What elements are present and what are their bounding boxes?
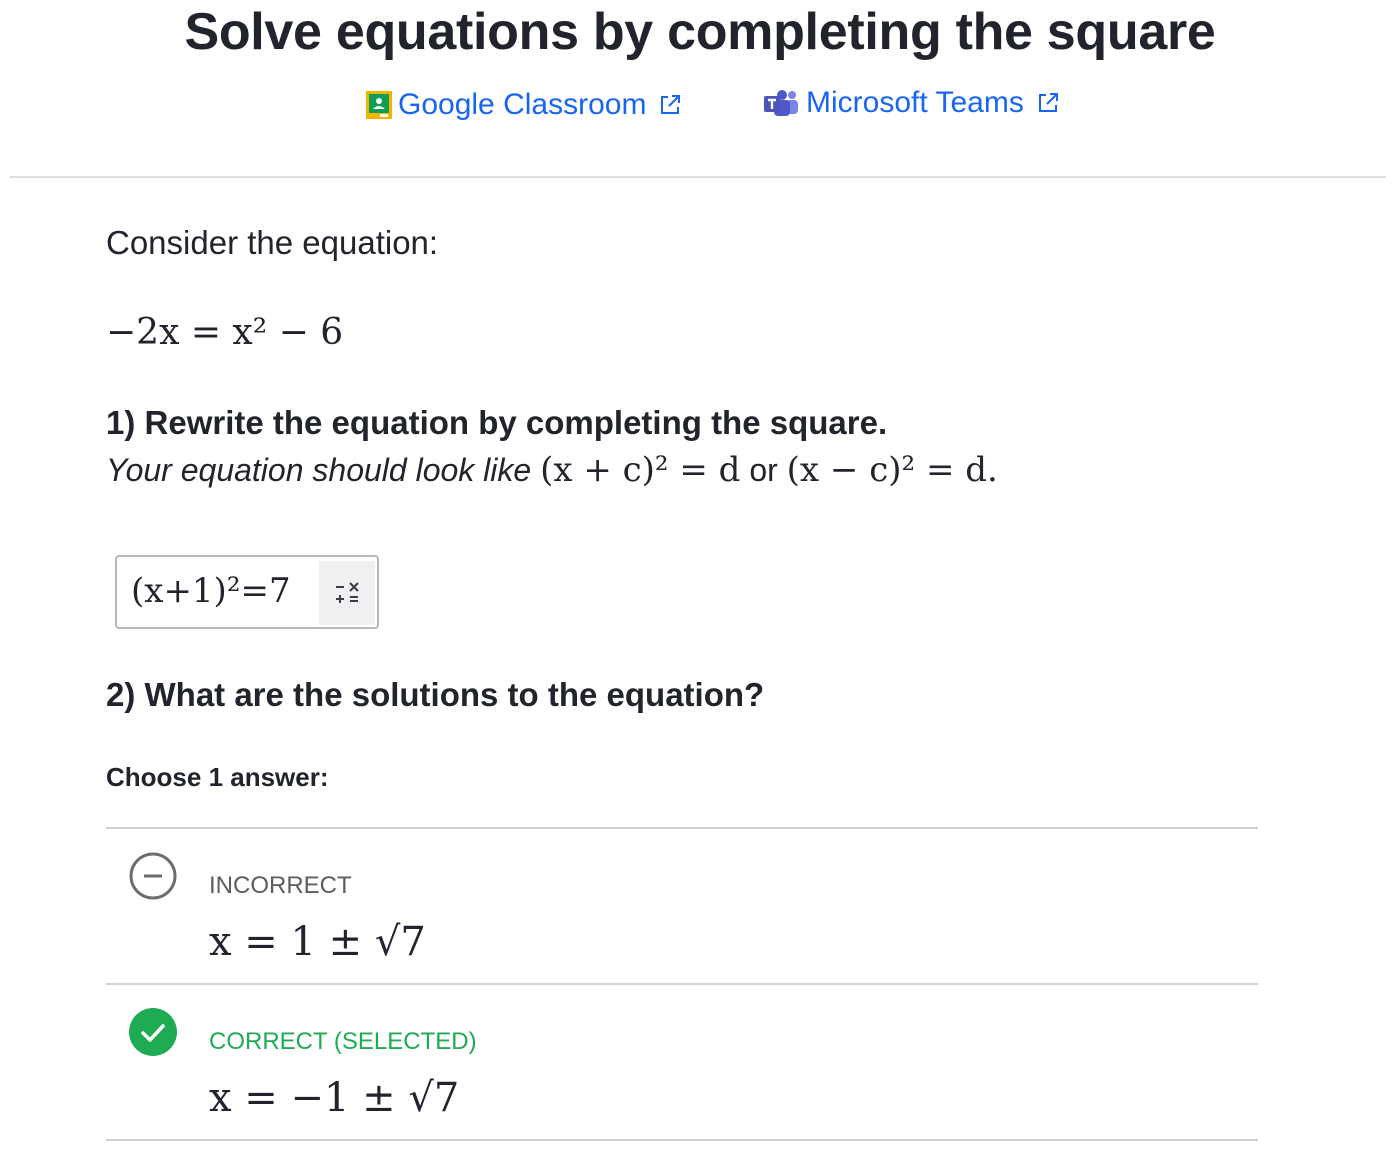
answer-input-value: (x+1)²=7 [131,571,291,611]
choice-math: x = −1 ± √7 [209,1075,460,1121]
question-1-prompt: 1) Rewrite the equation by completing th… [106,404,888,441]
google-classroom-link[interactable]: Google Classroom [366,88,682,122]
question-2-prompt: 2) What are the solutions to the equatio… [106,676,765,713]
external-link-icon [1038,93,1058,112]
microsoft-teams-label: Microsoft Teams [806,86,1024,119]
problem-equation-text: −2x = x² − 6 [106,312,344,353]
minus-circle-icon [129,852,177,900]
exercise-page: Solve equations by completing the square… [0,0,1400,1156]
answer-choice-correct[interactable]: CORRECT (SELECTED) x = −1 ± √7 [106,985,1258,1139]
math-keypad-button[interactable] [319,561,375,625]
microsoft-teams-link[interactable]: Microsoft Teams [762,86,1060,120]
google-classroom-label: Google Classroom [398,88,647,121]
hint-form-2: (x − c)² = d [786,450,988,490]
share-row: Google Classroom Microsoft Teams [0,84,1400,128]
microsoft-teams-icon [764,90,798,116]
external-link-icon [661,95,681,114]
answer-input[interactable]: (x+1)²=7 [115,555,379,629]
problem-equation: −2x = x² − 6 [106,312,343,353]
answer-choice-incorrect[interactable]: INCORRECT x = 1 ± √7 [106,829,1258,983]
choice-status: CORRECT (SELECTED) [209,1028,477,1055]
google-classroom-icon [366,91,392,119]
choice-math: x = 1 ± √7 [209,919,426,965]
check-circle-icon [129,1008,177,1056]
choose-instruction: Choose 1 answer: [106,762,329,792]
question-1-hint: Your equation should look like (x + c)² … [106,450,998,490]
problem-intro: Consider the equation: [106,224,439,261]
hint-form-1: (x + c)² = d [540,450,741,490]
page-title: Solve equations by completing the square [184,3,1216,61]
header-divider [10,176,1386,178]
math-keypad-icon [336,582,359,603]
choice-status: INCORRECT [209,872,352,899]
hint-prefix: Your equation should look like [106,452,532,488]
choice-divider [106,1139,1258,1141]
hint-or: or [749,452,778,488]
